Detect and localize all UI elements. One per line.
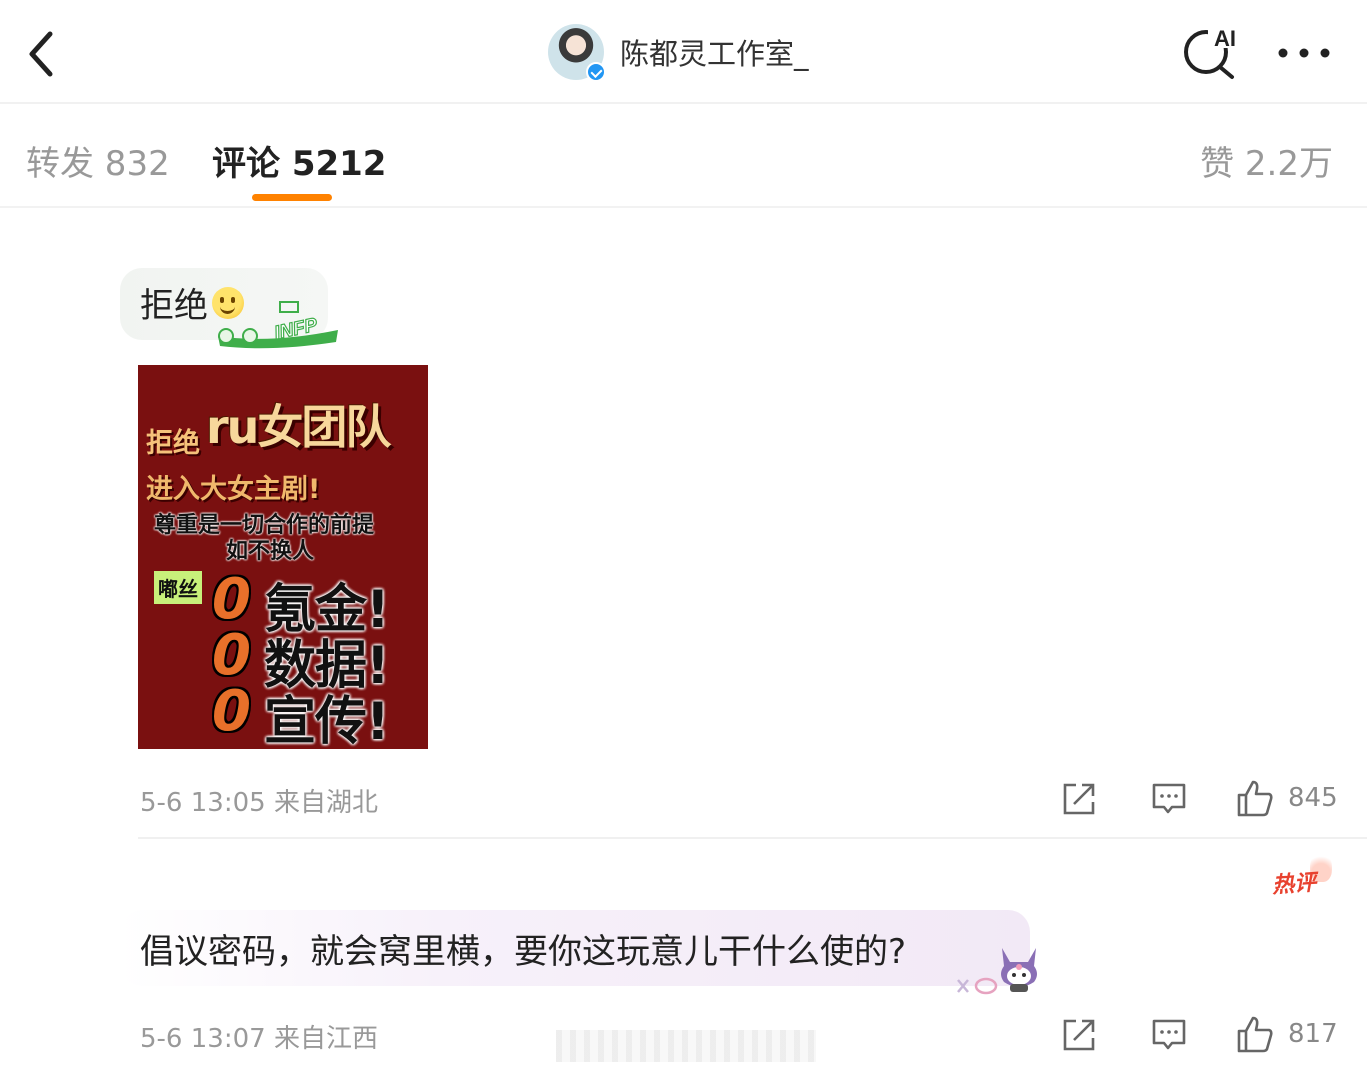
- comment-location: 来自江西: [273, 1024, 378, 1054]
- poster-text: 拒绝: [146, 428, 200, 459]
- comment-actions: 817: [1060, 1014, 1350, 1054]
- tab-repost[interactable]: 转发 832: [26, 136, 170, 185]
- tab-likes[interactable]: 赞 2.2万: [1200, 136, 1333, 185]
- comment-location: 来自湖北: [273, 788, 378, 818]
- comment-image[interactable]: 拒绝 ru女团队 进入大女主剧! 尊重是一切合作的前提 如不换人 嘟丝 0 0 …: [138, 365, 428, 749]
- comment-meta: 5-6 13:05 来自湖北: [140, 782, 378, 819]
- active-tab-indicator: [252, 194, 332, 201]
- comment-time: 5-6 13:07: [140, 1024, 266, 1054]
- tab-comments[interactable]: 评论 5212: [212, 136, 386, 185]
- like-count: 845: [1288, 783, 1338, 813]
- poster-zero: 0: [212, 679, 251, 744]
- poster-text: 嘟丝: [154, 571, 202, 604]
- account-header[interactable]: 陈都灵工作室_: [548, 24, 809, 82]
- top-bar: 陈都灵工作室_ AI: [0, 0, 1367, 104]
- comment-actions: 845: [1060, 778, 1350, 818]
- share-icon[interactable]: [1060, 1014, 1098, 1054]
- like-icon: [1237, 1016, 1273, 1053]
- verified-icon: [586, 62, 606, 82]
- comment-meta: 5-6 13:07 来自江西: [140, 1018, 378, 1055]
- poster-text: 如不换人: [226, 539, 315, 564]
- like-count: 817: [1288, 1019, 1338, 1049]
- poster-text: ru女团队: [206, 400, 391, 454]
- back-arrow-icon[interactable]: [22, 26, 62, 82]
- like-icon: [1237, 780, 1273, 817]
- page-title: 陈都灵工作室_: [620, 37, 809, 71]
- share-icon[interactable]: [1060, 778, 1098, 818]
- kuromi-sticker-icon: [1001, 948, 1037, 992]
- ai-search-icon[interactable]: AI: [1180, 22, 1244, 82]
- comment-divider: [138, 837, 1367, 839]
- poster-text: 进入大女主剧!: [146, 474, 321, 505]
- comment-text[interactable]: 倡议密码，就会窝里横，要你这玩意儿干什么使的?: [140, 924, 906, 973]
- comment-time: 5-6 13:05: [140, 788, 266, 818]
- ai-label: AI: [1214, 26, 1236, 51]
- decoration-icon: [957, 977, 998, 995]
- avatar[interactable]: [548, 24, 606, 82]
- comment-icon[interactable]: [1150, 778, 1188, 818]
- poster-text: 宣传!: [264, 692, 390, 749]
- comment-icon[interactable]: [1150, 1014, 1188, 1054]
- more-icon[interactable]: [1276, 38, 1332, 68]
- blurred-watermark: [556, 1030, 816, 1062]
- like-button[interactable]: 817: [1236, 1014, 1346, 1054]
- hot-comment-badge: 热评: [1271, 870, 1318, 899]
- infp-badge-icon: INFP: [218, 301, 338, 349]
- like-button[interactable]: 845: [1236, 778, 1346, 818]
- tab-bar: 转发 832 评论 5212 赞 2.2万: [0, 104, 1367, 208]
